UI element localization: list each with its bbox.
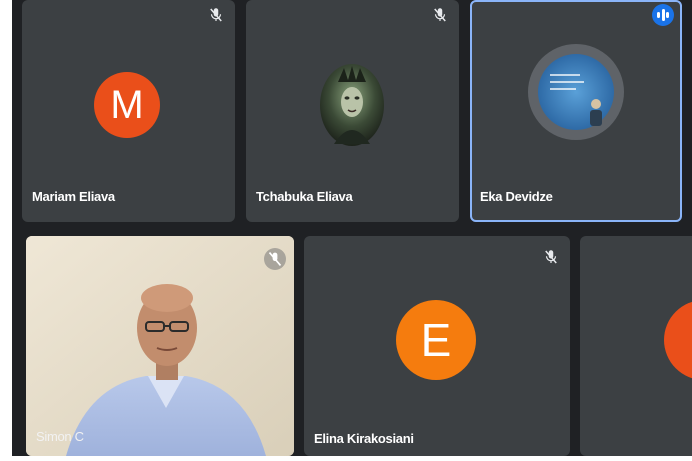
participant-name: Simon C <box>36 429 84 444</box>
participant-tile-mariam[interactable]: M Mariam Eliava <box>22 0 235 222</box>
avatar: M <box>94 72 160 138</box>
participant-name: Tchabuka Eliava <box>256 189 353 204</box>
avatar: E <box>396 300 476 380</box>
avatar <box>528 44 624 140</box>
participant-tile-elina[interactable]: E Elina Kirakosiani <box>304 236 570 456</box>
participant-name: Mariam Eliava <box>32 189 115 204</box>
avatar <box>664 300 692 380</box>
mic-off-icon <box>545 250 557 264</box>
speaking-indicator-icon <box>652 4 674 26</box>
mic-off-icon <box>434 8 446 22</box>
camera-video <box>26 236 294 456</box>
mic-off-icon <box>264 248 286 270</box>
mic-off-icon <box>210 8 222 22</box>
participant-tile-simon[interactable]: Simon C <box>26 236 294 456</box>
participant-tile-partial[interactable] <box>580 236 692 456</box>
participant-grid: M Mariam Eliava Tchabuka Eliava Eka Devi… <box>12 0 692 456</box>
participant-tile-tchabuka[interactable]: Tchabuka Eliava <box>246 0 459 222</box>
participant-name: Elina Kirakosiani <box>314 431 414 446</box>
meeting-window: M Mariam Eliava Tchabuka Eliava Eka Devi… <box>0 0 692 461</box>
participant-name: Eka Devidze <box>480 189 553 204</box>
participant-tile-eka[interactable]: Eka Devidze <box>470 0 682 222</box>
avatar <box>320 64 384 146</box>
